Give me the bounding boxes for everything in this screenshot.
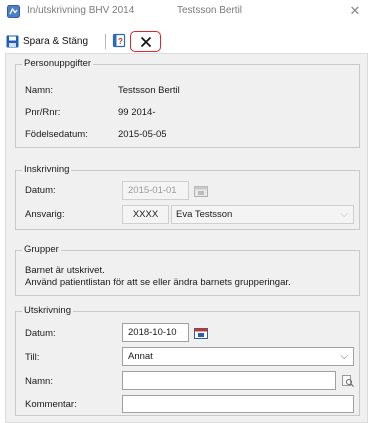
save-disk-icon: [6, 35, 19, 47]
window-patient-name: Testsson Bertil: [177, 5, 243, 16]
utskrivning-group: Utskrivning Datum: 2018-10-10 Till: Anna…: [15, 305, 360, 416]
content-panel: Personuppgifter Namn: Testsson Bertil Pn…: [5, 53, 368, 423]
svg-text:?: ?: [118, 37, 123, 46]
comment-input[interactable]: [122, 395, 354, 413]
responsible-label: Ansvarig:: [25, 209, 65, 220]
grupper-group: Grupper Barnet är utskrivet. Använd pati…: [15, 244, 360, 296]
window-title: In/utskrivning BHV 2014: [27, 5, 135, 16]
close-x-icon: [140, 36, 151, 47]
personuppgifter-group: Personuppgifter Namn: Testsson Bertil Pn…: [15, 58, 360, 148]
responsible-select[interactable]: Eva Testsson ⌵: [171, 205, 354, 224]
chevron-down-icon: ⌵: [340, 209, 348, 220]
comment-label: Kommentar:: [25, 399, 77, 410]
utskrivning-date-input[interactable]: 2018-10-10: [122, 323, 189, 342]
inskrivning-group: Inskrivning Datum: 2015-01-01 Ansvarig: …: [15, 164, 360, 230]
toolbar: Spara & Stäng ?: [0, 29, 374, 53]
grupper-info-line2: Använd patientlistan för att se eller än…: [25, 277, 291, 288]
dialog-window: In/utskrivning BHV 2014 Testsson Bertil …: [0, 0, 374, 423]
cancel-close-button[interactable]: [130, 31, 161, 52]
calendar-icon[interactable]: [194, 185, 208, 197]
toolbar-separator: [105, 34, 106, 49]
name-label: Namn:: [25, 85, 53, 96]
grupper-legend: Grupper: [22, 244, 61, 255]
pnr-label: Pnr/Rnr:: [25, 107, 61, 118]
save-and-close-button[interactable]: Spara & Stäng: [6, 33, 88, 49]
grupper-info-line1: Barnet är utskrivet.: [25, 265, 105, 276]
utskrivning-date-label: Datum:: [25, 328, 56, 339]
to-label: Till:: [25, 352, 40, 363]
help-book-icon[interactable]: ?: [112, 33, 127, 48]
responsible-name: Eva Testsson: [176, 209, 233, 220]
name-value: Testsson Bertil: [118, 85, 180, 96]
inskrivning-date-label: Datum:: [25, 185, 56, 196]
calendar-icon[interactable]: [194, 327, 208, 339]
lookup-search-icon[interactable]: [342, 375, 354, 387]
to-value: Annat: [128, 351, 153, 362]
utskrivning-name-label: Namn:: [25, 376, 53, 387]
title-bar: In/utskrivning BHV 2014 Testsson Bertil …: [0, 0, 374, 22]
pnr-value: 99 2014-: [118, 107, 156, 118]
utskrivning-legend: Utskrivning: [22, 305, 73, 316]
utskrivning-name-input[interactable]: [122, 371, 336, 390]
responsible-code-input[interactable]: XXXX: [122, 205, 169, 224]
save-and-close-label: Spara & Stäng: [23, 35, 89, 47]
birth-date-value: 2015-05-05: [118, 129, 167, 140]
birth-date-label: Födelsedatum:: [25, 129, 88, 140]
app-icon: [7, 5, 20, 18]
inskrivning-legend: Inskrivning: [22, 164, 72, 175]
to-select[interactable]: Annat ⌵: [122, 347, 354, 366]
chevron-down-icon: ⌵: [340, 351, 348, 362]
personuppgifter-legend: Personuppgifter: [22, 58, 94, 69]
close-window-icon[interactable]: ✕: [347, 3, 363, 19]
inskrivning-date-input[interactable]: 2015-01-01: [122, 181, 189, 200]
